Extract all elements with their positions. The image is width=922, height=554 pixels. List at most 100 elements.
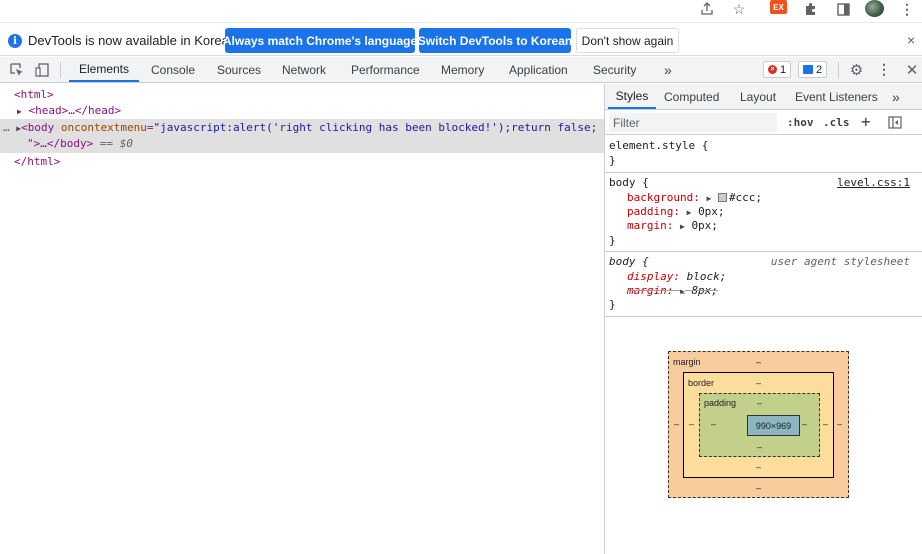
switch-devtools-korean-button[interactable]: Switch DevTools to Korean: [418, 28, 572, 53]
rule-close-brace: }: [609, 298, 616, 311]
device-toolbar-icon[interactable]: [34, 61, 50, 78]
box-model-content[interactable]: 990×969: [747, 415, 800, 436]
box-model-margin[interactable]: margin – – – – border – – – – padding – …: [668, 351, 849, 498]
extensions-puzzle-icon[interactable]: [802, 0, 820, 18]
color-swatch[interactable]: [717, 193, 727, 202]
dom-node-body-close[interactable]: ">…</body> == $0: [27, 136, 133, 152]
bookmark-star-icon[interactable]: ☆: [730, 0, 748, 18]
padding-label: padding: [704, 398, 737, 408]
border-top-value[interactable]: –: [756, 378, 761, 388]
box-model-padding[interactable]: padding – – – – 990×969: [699, 393, 820, 457]
body-close-tag: ">…</body>: [27, 137, 94, 150]
tab-console[interactable]: Console: [151, 57, 195, 82]
settings-gear-icon[interactable]: ⚙: [848, 61, 865, 79]
hover-state-toggle[interactable]: :hov: [787, 116, 814, 129]
tab-memory[interactable]: Memory: [441, 57, 484, 82]
prop-margin[interactable]: margin: ▶ 0px;: [627, 219, 718, 233]
expand-triangle-icon[interactable]: ▶: [680, 222, 685, 231]
box-model-diagram: margin – – – – border – – – – padding – …: [668, 351, 849, 498]
styles-sidebar: Styles Computed Layout Event Listeners »…: [605, 84, 922, 554]
expand-triangle-icon[interactable]: ▶: [687, 208, 692, 217]
always-match-language-button[interactable]: Always match Chrome's language: [223, 28, 417, 53]
tab-elements[interactable]: Elements: [69, 57, 139, 82]
class-toggle[interactable]: .cls: [823, 116, 850, 129]
html-open-tag: <html>: [14, 88, 54, 101]
tab-performance[interactable]: Performance: [351, 57, 420, 82]
inspect-element-icon[interactable]: [9, 61, 25, 78]
expand-triangle-icon[interactable]: ▶: [706, 194, 711, 203]
border-bottom-value[interactable]: –: [756, 462, 761, 472]
dom-node-html[interactable]: <html>: [14, 87, 54, 103]
body-open-tag: <body: [21, 121, 55, 134]
sidebar-tabbar: Styles Computed Layout Event Listeners »: [605, 84, 922, 110]
tab-application[interactable]: Application: [509, 57, 568, 82]
padding-bottom-value[interactable]: –: [757, 442, 762, 452]
extension-badge-icon[interactable]: EX: [770, 0, 787, 14]
prop-value: 8px;: [691, 284, 718, 297]
margin-top-value[interactable]: –: [756, 357, 761, 367]
border-right-value[interactable]: –: [823, 419, 828, 429]
tab-security[interactable]: Security: [593, 57, 636, 82]
body-rule-level-css: body { level.css:1 background: ▶ #ccc; p…: [605, 173, 922, 252]
border-left-value[interactable]: –: [689, 419, 694, 429]
element-style-selector[interactable]: element.style {: [609, 139, 708, 153]
devtools-menu-icon[interactable]: ⋮: [877, 61, 891, 78]
prop-name: margin:: [627, 219, 674, 232]
language-infobar: i DevTools is now available in Korean! A…: [0, 25, 922, 56]
profile-avatar[interactable]: [865, 0, 884, 17]
error-count: 1: [780, 63, 787, 76]
tab-event-listeners[interactable]: Event Listeners: [795, 84, 878, 109]
close-devtools-icon[interactable]: ✕: [905, 61, 919, 79]
border-label: border: [688, 378, 715, 388]
tab-network[interactable]: Network: [282, 57, 326, 82]
message-icon: [803, 65, 813, 74]
tab-computed[interactable]: Computed: [664, 84, 719, 109]
infobar-message: DevTools is now available in Korean!: [28, 33, 240, 48]
padding-top-value[interactable]: –: [757, 398, 762, 408]
expand-triangle-icon: ▶: [679, 287, 685, 296]
side-panel-icon[interactable]: [834, 0, 852, 18]
body-attr-value: "javascript:alert('right clicking has be…: [153, 121, 598, 134]
browser-toolbar: ☆ EX ⋮: [0, 0, 922, 23]
padding-right-value[interactable]: –: [802, 419, 807, 429]
tab-sources[interactable]: Sources: [217, 57, 261, 82]
rule-selector: body {: [609, 255, 649, 268]
prop-padding[interactable]: padding: ▶ 0px;: [627, 205, 725, 219]
selected-node-ref: == $0: [99, 137, 133, 150]
devtools-tabbar: Elements Console Sources Network Perform…: [0, 57, 922, 83]
more-tabs-icon[interactable]: »: [664, 57, 672, 82]
prop-name: display:: [627, 270, 680, 283]
infobar-close-icon[interactable]: ×: [907, 32, 915, 48]
margin-bottom-value[interactable]: –: [756, 483, 761, 493]
new-style-rule-button[interactable]: +: [861, 112, 871, 131]
chrome-menu-icon[interactable]: ⋮: [900, 0, 914, 18]
margin-left-value[interactable]: –: [674, 419, 679, 429]
body-attr-name: oncontextmenu: [60, 121, 147, 134]
rule-selector[interactable]: body {: [609, 176, 649, 190]
dom-node-html-close[interactable]: </html>: [14, 154, 60, 170]
message-count-badge[interactable]: 2: [798, 61, 828, 78]
tab-styles[interactable]: Styles: [608, 84, 656, 109]
prop-name: padding:: [627, 205, 680, 218]
box-model-border[interactable]: border – – – – padding – – – – 990×969: [683, 372, 834, 478]
prop-value: block;: [686, 270, 727, 283]
tab-layout[interactable]: Layout: [740, 84, 776, 109]
padding-left-value[interactable]: –: [711, 419, 716, 429]
margin-right-value[interactable]: –: [837, 419, 842, 429]
more-actions-icon[interactable]: …: [3, 121, 10, 134]
html-close-tag: </html>: [14, 155, 61, 168]
source-link-level-css[interactable]: level.css:1: [837, 176, 910, 190]
styles-filter-input[interactable]: [609, 113, 777, 132]
dom-node-head[interactable]: ▶ <head>…</head>: [17, 103, 121, 119]
share-icon[interactable]: [698, 0, 716, 18]
dom-node-body[interactable]: … ▶<body oncontextmenu="javascript:alert…: [3, 120, 597, 136]
rule-close-brace: }: [609, 234, 616, 247]
divider: [60, 62, 61, 78]
divider: [838, 62, 839, 78]
expand-triangle-icon[interactable]: ▶: [17, 107, 22, 116]
prop-background[interactable]: background: ▶ #ccc;: [627, 191, 762, 205]
error-count-badge[interactable]: × 1: [763, 61, 792, 78]
toggle-computed-sidebar-icon[interactable]: [887, 115, 903, 130]
dont-show-again-button[interactable]: Don't show again: [576, 28, 679, 53]
more-sidebar-tabs-icon[interactable]: »: [892, 84, 900, 109]
